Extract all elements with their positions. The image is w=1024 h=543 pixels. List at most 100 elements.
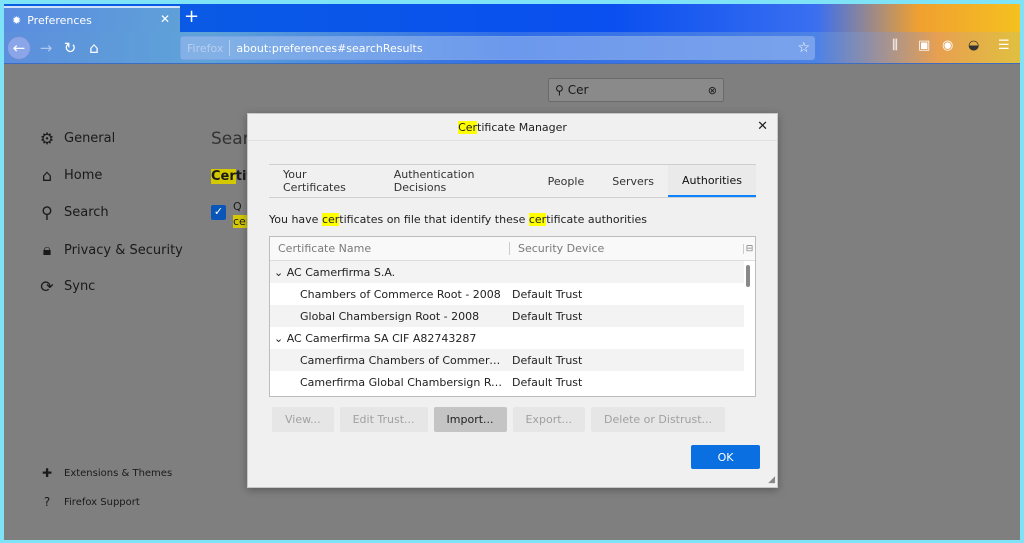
hl: cer (528, 213, 547, 226)
resize-grip[interactable]: ◢ (768, 475, 775, 485)
tab-preferences[interactable]: ✹ Preferences ✕ (4, 6, 180, 32)
label: Home (64, 168, 103, 183)
nav-bar: ← → ↻ ⌂ Firefox about:preferences#searchR… (4, 32, 1020, 64)
label: Sync (64, 279, 96, 294)
cert-name: Camerfirma Global Chambersign Root (270, 376, 506, 389)
label: General (64, 131, 116, 146)
home-icon: ⌂ (41, 166, 53, 185)
ok-button[interactable]: OK (691, 445, 760, 469)
search-value: Cer (567, 83, 589, 97)
t: You have (269, 213, 322, 226)
cert-name-text: Chambers of Commerce Root - 2008 (300, 287, 501, 301)
library-icon[interactable]: ⫼ (892, 38, 898, 53)
tab-title: Preferences (27, 13, 92, 27)
column-security-device[interactable]: Security Device (510, 242, 743, 255)
back-button[interactable]: ← (7, 36, 31, 60)
tree-header: Certificate Name Security Device ⊟ (270, 237, 755, 261)
tree-row[interactable]: Global Chambersign Root - 2008 Default Tr… (270, 305, 744, 327)
edit-trust-button[interactable]: Edit Trust... (339, 407, 428, 432)
cert-name-text: AC Camerfirma S.A. (286, 265, 396, 279)
chevron-down-icon[interactable]: ⌄ (274, 266, 287, 279)
certificate-manager-dialog: Cer tificate Manager ✕ Your Certificates A… (247, 113, 778, 488)
puzzle-icon: ✚ (41, 466, 53, 480)
sidebar-icon[interactable]: ▣ (918, 38, 930, 53)
private-browsing-icon[interactable]: ◒ (968, 38, 979, 53)
extensions-themes-link[interactable]: ✚ Extensions & Themes (38, 466, 172, 480)
lock-icon: 🔒︎ (42, 240, 52, 259)
firefox-identity: Firefox (187, 41, 224, 55)
view-button[interactable]: View... (272, 407, 334, 432)
title-hl: Cer (458, 120, 478, 134)
dialog-title: Cer tificate Manager ✕ (248, 114, 777, 141)
checkbox-label: Q (233, 200, 242, 213)
label: Privacy & Security (64, 242, 183, 258)
title-rest: tificate Manager (477, 120, 567, 134)
search-icon: ⚲ (555, 83, 564, 97)
cert-name: ⌄ AC Camerfirma SA CIF A82743287 (270, 332, 744, 345)
help-icon: ? (43, 495, 51, 509)
cert-name-text: Global Chambersign Root - 2008 (300, 309, 480, 323)
chevron-down-icon[interactable]: ⌄ (274, 332, 287, 345)
scrollbar[interactable] (746, 265, 750, 287)
page-heading: Sear (211, 129, 250, 149)
security-device: Default Trust (512, 375, 583, 389)
tab-servers[interactable]: Servers (598, 165, 668, 197)
tab-people[interactable]: People (534, 165, 599, 197)
t: tificates on file that identify these (339, 213, 529, 226)
label: Search (64, 205, 109, 220)
tab-authentication-decisions[interactable]: Authentication Decisions (380, 165, 534, 197)
cert-name-text: Camerfirma Chambers of Commerce Root (300, 353, 506, 367)
tree-row[interactable]: Camerfirma Global Chambersign Root Defaul… (270, 371, 744, 393)
cert-name-text: AC Camerfirma SA CIF A82743287 (286, 331, 477, 345)
sidebar-item-home[interactable]: ⌂ Home (38, 166, 102, 185)
column-picker-icon[interactable]: ⊟ (743, 243, 755, 254)
forward-button[interactable]: → (34, 36, 58, 60)
cert-name-text: Camerfirma Global Chambersign Root (300, 375, 506, 389)
tree-row[interactable]: Chambers of Commerce Root - 2008 Default … (270, 283, 744, 305)
label: Extensions & Themes (64, 467, 173, 479)
sync-icon: ⟳ (40, 277, 54, 296)
tree-group-row[interactable]: ⌄ AC Camerfirma S.A. (270, 261, 744, 283)
export-button[interactable]: Export... (512, 407, 586, 432)
reload-button[interactable]: ↻ (58, 36, 82, 60)
tree-group-row[interactable]: ⌄ AC Camerfirma SA CIF A82743287 (270, 327, 744, 349)
security-device: Default Trust (512, 353, 583, 367)
cert-name: Camerfirma Chambers of Commerce Root (270, 354, 506, 367)
import-button[interactable]: Import... (433, 407, 507, 432)
cert-name: Chambers of Commerce Root - 2008 (270, 288, 506, 301)
clear-search-icon[interactable]: ⊗ (708, 84, 717, 97)
search-icon: ⚲ (41, 203, 53, 222)
url-bar[interactable]: Firefox about:preferences#searchResults ☆ (180, 36, 815, 60)
checkbox[interactable]: ✓ (211, 205, 226, 220)
label: Firefox Support (64, 496, 140, 508)
sidebar-item-privacy[interactable]: 🔒︎ Privacy & Security (38, 240, 183, 260)
home-button[interactable]: ⌂ (82, 36, 106, 60)
tree-row[interactable]: Camerfirma Chambers of Commerce Root Defa… (270, 349, 744, 371)
gear-icon: ⚙ (39, 129, 55, 148)
search-input[interactable]: ⚲ Cer ⊗ (548, 78, 724, 102)
firefox-support-link[interactable]: ? Firefox Support (38, 495, 140, 509)
search-result-title: Certif (211, 169, 252, 184)
certificate-tree[interactable]: Certificate Name Security Device ⊟ ⌄ AC … (269, 236, 756, 397)
menu-icon[interactable]: ☰ (998, 38, 1010, 53)
account-icon[interactable]: ◉ (942, 38, 953, 53)
tab-strip: Your Certificates Authentication Decisio… (269, 164, 756, 198)
gear-icon: ✹ (12, 13, 22, 27)
hl: cer (321, 213, 340, 226)
sidebar-item-sync[interactable]: ⟳ Sync (38, 277, 95, 296)
delete-distrust-button[interactable]: Delete or Distrust... (591, 407, 726, 432)
bookmark-star-icon[interactable]: ☆ (797, 40, 810, 56)
url-text: about:preferences#searchResults (236, 41, 423, 55)
cert-name: ⌄ AC Camerfirma S.A. (270, 266, 744, 279)
sidebar-item-general[interactable]: ⚙ General (38, 129, 115, 148)
tab-authorities[interactable]: Authorities (668, 165, 756, 197)
sidebar-item-search[interactable]: ⚲ Search (38, 203, 109, 222)
cert-name: Global Chambersign Root - 2008 (270, 310, 506, 323)
column-certificate-name[interactable]: Certificate Name (270, 242, 510, 255)
close-dialog-icon[interactable]: ✕ (757, 119, 768, 134)
tab-your-certificates[interactable]: Your Certificates (269, 165, 380, 197)
description: You have certificates on file that ident… (269, 213, 647, 226)
close-tab-icon[interactable]: ✕ (160, 12, 170, 26)
security-device: Default Trust (512, 287, 583, 301)
new-tab-button[interactable]: + (184, 6, 199, 27)
